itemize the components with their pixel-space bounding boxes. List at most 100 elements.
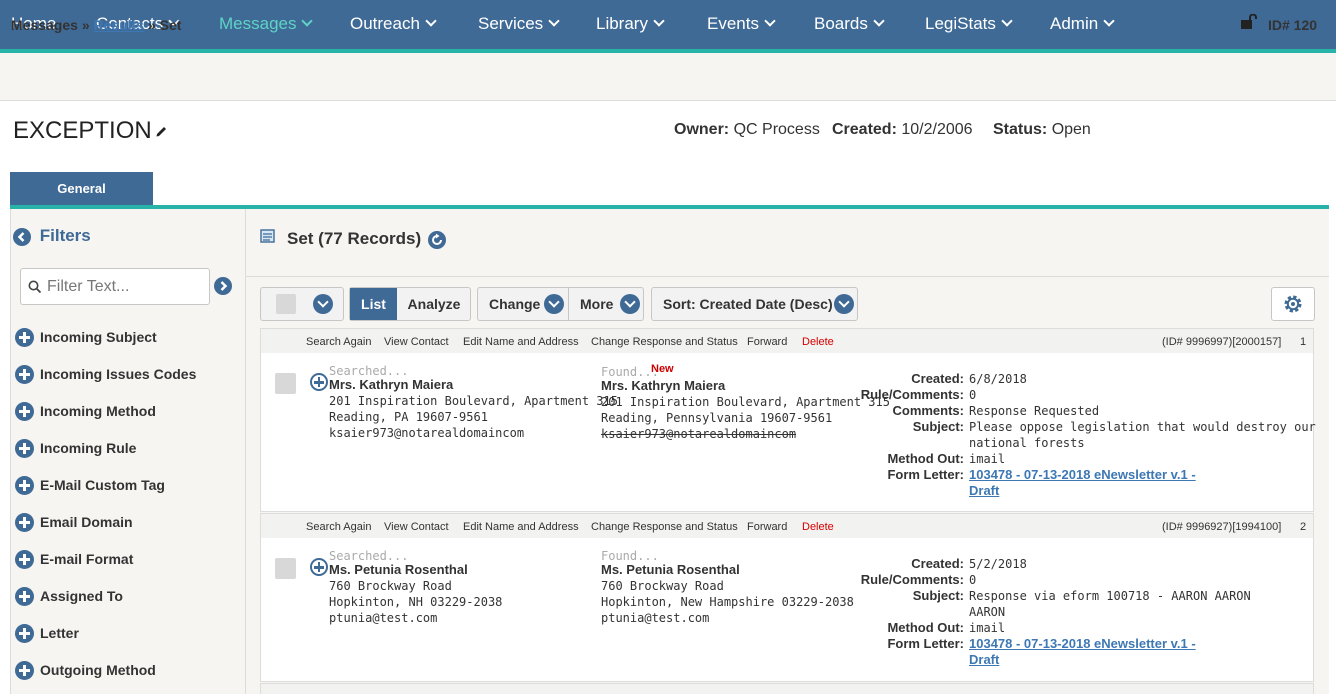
- gear-icon: [1284, 295, 1302, 313]
- forward-link[interactable]: Forward: [747, 336, 787, 348]
- nav-messages[interactable]: Messages: [219, 14, 314, 34]
- found-address-2: Hopkinton, New Hampshire 03229-2038: [601, 595, 854, 609]
- set-icon[interactable]: [260, 229, 278, 245]
- chevron-down-icon: [548, 15, 560, 27]
- analyze-button[interactable]: Analyze: [397, 288, 471, 320]
- settings-button[interactable]: [1271, 287, 1315, 321]
- view-contact-link[interactable]: View Contact: [384, 336, 449, 348]
- filter-item-letter[interactable]: Letter: [15, 624, 79, 644]
- page-title: EXCEPTION: [13, 117, 152, 144]
- view-contact-link[interactable]: View Contact: [384, 521, 449, 533]
- filter-item-email-format[interactable]: E-mail Format: [15, 550, 133, 570]
- record-id-text: (ID# 9996927)[1994100]: [1162, 521, 1282, 533]
- pencil-icon[interactable]: [155, 124, 169, 138]
- change-response-status-link[interactable]: Change Response and Status: [591, 521, 738, 533]
- change-button-label: Change: [489, 296, 541, 312]
- delete-link[interactable]: Delete: [802, 336, 834, 348]
- searched-address-1: 760 Brockway Road: [329, 579, 452, 593]
- chevron-down-icon: [1103, 15, 1115, 27]
- expand-plus-icon[interactable]: [310, 558, 328, 576]
- action-group: Change More: [477, 287, 644, 321]
- found-address-1: 201 Inspiration Boulevard, Apartment 315: [601, 395, 890, 409]
- delete-link[interactable]: Delete: [802, 521, 834, 533]
- found-email: ptunia@test.com: [601, 611, 710, 625]
- rule-comments-value: 0: [969, 388, 977, 402]
- form-letter-label: Form Letter:: [887, 636, 964, 651]
- filter-input[interactable]: [47, 275, 205, 299]
- breadcrumb-link-results[interactable]: Results: [94, 17, 145, 33]
- breadcrumb: Messages » Results » Set: [11, 17, 181, 33]
- filter-item-incoming-issues-codes[interactable]: Incoming Issues Codes: [15, 365, 196, 385]
- subject-value-cont: national forests: [969, 436, 1085, 450]
- more-button[interactable]: More: [569, 288, 644, 320]
- filter-go-icon[interactable]: [214, 277, 232, 295]
- edit-name-address-link[interactable]: Edit Name and Address: [463, 521, 579, 533]
- expand-plus-icon[interactable]: [310, 373, 328, 391]
- filter-item-label: Assigned To: [40, 588, 123, 605]
- found-address-1: 760 Brockway Road: [601, 579, 724, 593]
- chevron-left-icon: [13, 227, 31, 246]
- filter-item-incoming-subject[interactable]: Incoming Subject: [15, 328, 157, 348]
- nav-outreach[interactable]: Outreach: [350, 14, 437, 34]
- nav-library[interactable]: Library: [596, 14, 665, 34]
- owner-meta: Owner: QC Process: [674, 121, 820, 139]
- filter-item-email-domain[interactable]: Email Domain: [15, 513, 133, 533]
- chevron-down-icon: [834, 294, 854, 314]
- breadcrumb-bar: [0, 53, 1336, 101]
- filter-item-incoming-rule[interactable]: Incoming Rule: [15, 439, 136, 459]
- nav-admin[interactable]: Admin: [1050, 14, 1115, 34]
- searched-name: Mrs. Kathryn Maiera: [329, 377, 454, 392]
- filter-item-label: Incoming Method: [40, 403, 156, 420]
- list-button[interactable]: List: [350, 288, 397, 320]
- plus-icon: [15, 365, 34, 384]
- created-label: Created:: [911, 556, 964, 571]
- form-letter-link-cont[interactable]: Draft: [969, 652, 999, 667]
- set-heading: Set (77 Records): [287, 229, 422, 248]
- created-label: Created:: [832, 121, 897, 138]
- nav-services[interactable]: Services: [478, 14, 560, 34]
- forward-link[interactable]: Forward: [747, 521, 787, 533]
- owner-label: Owner:: [674, 121, 730, 138]
- filters-heading[interactable]: Filters: [13, 226, 91, 246]
- nav-messages-label: Messages: [219, 14, 297, 33]
- record-checkbox[interactable]: [275, 558, 296, 579]
- edit-name-address-link[interactable]: Edit Name and Address: [463, 336, 579, 348]
- select-all-dropdown[interactable]: [260, 287, 344, 321]
- filter-item-label: E-Mail Custom Tag: [40, 477, 165, 494]
- form-letter-link[interactable]: 103478 - 07-13-2018 eNewsletter v.1 -: [969, 636, 1196, 651]
- search-icon: [28, 280, 42, 294]
- filter-item-incoming-method[interactable]: Incoming Method: [15, 402, 156, 422]
- nav-legistats[interactable]: LegiStats: [925, 14, 1013, 34]
- filter-item-email-custom-tag[interactable]: E-Mail Custom Tag: [15, 476, 165, 496]
- sort-dropdown[interactable]: Sort: Created Date (Desc): [651, 287, 858, 321]
- nav-events[interactable]: Events: [707, 14, 776, 34]
- filter-item-outgoing-method[interactable]: Outgoing Method: [15, 661, 156, 681]
- form-letter-link[interactable]: 103478 - 07-13-2018 eNewsletter v.1 -: [969, 467, 1196, 482]
- form-letter-link-cont[interactable]: Draft: [969, 483, 999, 498]
- record-checkbox[interactable]: [275, 373, 296, 394]
- unlock-icon[interactable]: [1240, 14, 1258, 30]
- top-nav: [0, 0, 1336, 49]
- comments-value: Response Requested: [969, 404, 1100, 418]
- plus-icon: [15, 661, 34, 680]
- change-response-status-link[interactable]: Change Response and Status: [591, 336, 738, 348]
- chevron-down-icon: [873, 15, 885, 27]
- found-name: Ms. Petunia Rosenthal: [601, 562, 740, 577]
- record-row: Search Again View Contact Edit Name and …: [260, 328, 1316, 512]
- tab-general[interactable]: General: [10, 172, 153, 205]
- method-out-label: Method Out:: [887, 451, 964, 466]
- search-again-link[interactable]: Search Again: [306, 521, 371, 533]
- select-all-checkbox[interactable]: [276, 294, 296, 314]
- search-again-link[interactable]: Search Again: [306, 336, 371, 348]
- found-address-2: Reading, Pennsylvania 19607-9561: [601, 411, 833, 425]
- filter-item-assigned-to[interactable]: Assigned To: [15, 587, 123, 607]
- list-button-label: List: [361, 296, 386, 312]
- chevron-down-icon: [620, 294, 640, 314]
- filter-item-label: Outgoing Method: [40, 662, 156, 679]
- plus-icon: [15, 439, 34, 458]
- refresh-icon[interactable]: [428, 231, 446, 249]
- nav-boards[interactable]: Boards: [814, 14, 885, 34]
- method-out-label: Method Out:: [887, 620, 964, 635]
- change-button[interactable]: Change: [478, 288, 569, 320]
- chevron-down-icon: [764, 15, 776, 27]
